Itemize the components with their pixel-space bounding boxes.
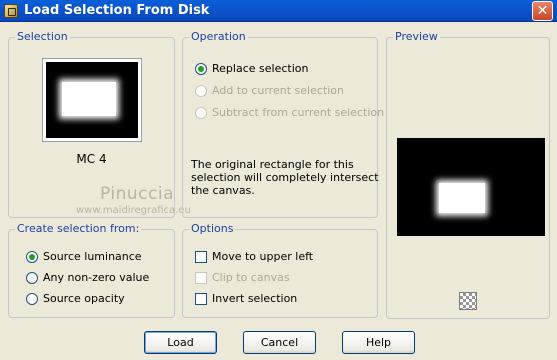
help-button[interactable]: Help — [342, 331, 415, 354]
checkbox-icon — [195, 272, 207, 284]
selection-legend: Selection — [15, 30, 70, 43]
replace-selection-label: Replace selection — [212, 62, 309, 75]
source-luminance-label: Source luminance — [43, 250, 142, 263]
dialog-window: Load Selection From Disk ✕ Selection MC … — [0, 0, 557, 360]
app-icon — [4, 4, 18, 18]
subtract-from-selection-label: Subtract from current selection — [212, 106, 385, 119]
clip-to-canvas-label: Clip to canvas — [212, 271, 290, 284]
options-group: Options Move to upper left Clip to canva… — [182, 222, 378, 318]
thumbnail-selection-shape — [62, 82, 116, 116]
source-opacity-label: Source opacity — [43, 292, 125, 305]
load-button[interactable]: Load — [144, 331, 217, 354]
radio-icon — [26, 293, 38, 305]
checkerboard-icon[interactable] — [459, 292, 477, 310]
preview-canvas — [397, 138, 545, 236]
checkbox-icon — [195, 293, 207, 305]
selection-thumbnail[interactable] — [42, 58, 142, 142]
radio-icon — [195, 63, 207, 75]
window-title: Load Selection From Disk — [24, 3, 210, 18]
preview-selection-shape — [439, 183, 485, 213]
operation-group: Operation Replace selection Add to curre… — [182, 30, 384, 218]
radio-icon — [195, 107, 207, 119]
cancel-button[interactable]: Cancel — [243, 331, 316, 354]
radio-icon — [26, 251, 38, 263]
preview-legend: Preview — [393, 30, 440, 43]
close-button[interactable]: ✕ — [532, 1, 553, 21]
thumbnail-canvas — [46, 62, 138, 138]
watermark-url: www.maidiregrafica.eu — [76, 205, 191, 216]
invert-selection-label: Invert selection — [212, 292, 298, 305]
radio-icon — [26, 272, 38, 284]
add-to-selection-label: Add to current selection — [212, 84, 344, 97]
options-legend: Options — [189, 222, 236, 235]
operation-info-text: The original rectangle for this selectio… — [191, 158, 379, 197]
operation-legend: Operation — [189, 30, 248, 43]
thumbnail-label: MC 4 — [76, 152, 107, 166]
preview-group: Preview — [386, 30, 550, 319]
create-from-group: Create selection from: Source luminance … — [8, 222, 175, 318]
any-non-zero-label: Any non-zero value — [43, 271, 150, 284]
radio-icon — [195, 85, 207, 97]
title-bar[interactable]: Load Selection From Disk ✕ — [0, 0, 557, 22]
create-from-legend: Create selection from: — [15, 222, 142, 235]
watermark-name: Pinuccia — [100, 184, 174, 204]
checkbox-icon — [195, 251, 207, 263]
move-to-upper-left-label: Move to upper left — [212, 250, 314, 263]
